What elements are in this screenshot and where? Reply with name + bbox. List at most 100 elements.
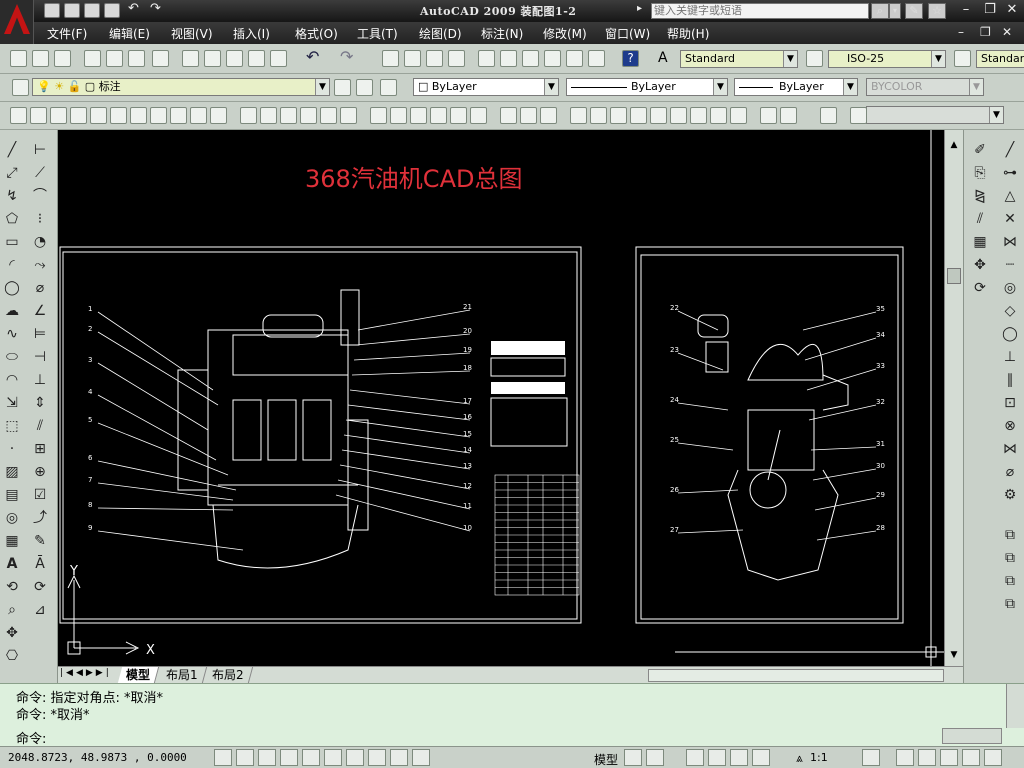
rectangle-icon[interactable]: ▭ xyxy=(2,232,22,252)
layer-previous-icon[interactable] xyxy=(356,79,373,96)
modeling-tool-1-icon[interactable] xyxy=(10,107,27,124)
isolate-objects-icon[interactable] xyxy=(962,749,980,766)
modeling-tool-32-icon[interactable] xyxy=(670,107,687,124)
modeling-tool-28-icon[interactable] xyxy=(590,107,607,124)
menu-format[interactable]: 格式(O) xyxy=(295,25,338,42)
modeling-tool-34-icon[interactable] xyxy=(710,107,727,124)
table-style-icon[interactable] xyxy=(954,50,971,67)
command-hscrollbar[interactable] xyxy=(942,728,1002,744)
perpendicular-snap-icon[interactable]: ⊥ xyxy=(1000,347,1020,367)
plot-preview-icon[interactable] xyxy=(106,50,123,67)
object-snap-icon[interactable] xyxy=(302,749,320,766)
rotate-icon[interactable]: ⟳ xyxy=(970,278,990,298)
zoom-realtime-icon[interactable] xyxy=(404,50,421,67)
quick-dimension-icon[interactable]: ⊨ xyxy=(30,324,50,344)
dynamic-input-icon[interactable] xyxy=(368,749,386,766)
design-center-icon[interactable] xyxy=(500,50,517,67)
jogged-dimension-icon[interactable]: ⤳ xyxy=(30,255,50,275)
vertical-scrollbar[interactable]: ▲ ▼ xyxy=(944,130,963,666)
dimension-break-icon[interactable]: ⫽ xyxy=(30,416,50,436)
modeling-tool-36-icon[interactable] xyxy=(760,107,777,124)
text-style-icon[interactable]: A xyxy=(658,50,675,67)
scroll-down-icon[interactable]: ▼ xyxy=(947,650,961,662)
lineweight-select[interactable]: ByLayer ▼ xyxy=(734,78,858,96)
modeling-tool-18-icon[interactable] xyxy=(370,107,387,124)
erase-icon[interactable]: ✐ xyxy=(970,140,990,160)
plot-icon[interactable] xyxy=(84,50,101,67)
ellipse-icon[interactable]: ⬭ xyxy=(2,347,22,367)
modeling-tool-25-icon[interactable] xyxy=(520,107,537,124)
doc-close-icon[interactable]: ✕ xyxy=(1002,25,1012,39)
modeling-tool-13-icon[interactable] xyxy=(260,107,277,124)
draw-order-back-icon[interactable]: ⧉ xyxy=(1000,548,1020,568)
save-icon[interactable] xyxy=(84,3,100,18)
tab-navigation-arrows-icon[interactable]: |◀◀▶▶| xyxy=(60,668,112,678)
menu-modify[interactable]: 修改(M) xyxy=(543,25,587,42)
center-snap-icon[interactable]: ◎ xyxy=(1000,278,1020,298)
mirror-icon[interactable]: ⧎ xyxy=(970,186,990,206)
modeling-tool-8-icon[interactable] xyxy=(150,107,167,124)
diameter-dimension-icon[interactable]: ⌀ xyxy=(30,278,50,298)
redo-icon[interactable]: ↷ xyxy=(150,2,166,18)
modeling-tool-31-icon[interactable] xyxy=(650,107,667,124)
grid-display-icon[interactable] xyxy=(236,749,254,766)
linetype-select[interactable]: ByLayer ▼ xyxy=(566,78,728,96)
array-icon[interactable]: ▦ xyxy=(970,232,990,252)
dimension-update-icon[interactable]: ⟳ xyxy=(30,577,50,597)
radius-dimension-icon[interactable]: ◔ xyxy=(30,232,50,252)
zoom-previous-icon[interactable] xyxy=(448,50,465,67)
menu-window[interactable]: 窗口(W) xyxy=(605,25,650,42)
quickcalc-icon[interactable] xyxy=(588,50,605,67)
toolbar-lock-icon[interactable] xyxy=(918,749,936,766)
linear-dimension-icon[interactable]: ⊢ xyxy=(30,140,50,160)
insert-block-icon[interactable]: ⇲ xyxy=(2,393,22,413)
dim-style-icon[interactable] xyxy=(806,50,823,67)
open-icon[interactable] xyxy=(32,50,49,67)
sheet-set-icon[interactable] xyxy=(544,50,561,67)
multiline-text-icon[interactable]: A xyxy=(2,554,22,574)
dimension-style-icon[interactable]: ⊿ xyxy=(30,600,50,620)
parallel-snap-icon[interactable]: ∥ xyxy=(1000,370,1020,390)
object-snap-tracking-icon[interactable] xyxy=(324,749,342,766)
search-icon[interactable]: ⌕ xyxy=(871,3,889,19)
center-mark-icon[interactable]: ⊕ xyxy=(30,462,50,482)
new-file-icon[interactable] xyxy=(44,3,60,18)
modeling-tool-12-icon[interactable] xyxy=(240,107,257,124)
modeling-tool-27-icon[interactable] xyxy=(570,107,587,124)
polyline-icon[interactable]: ↯ xyxy=(2,186,22,206)
midpoint-snap-icon[interactable]: △ xyxy=(1000,186,1020,206)
layer-properties-icon[interactable] xyxy=(12,79,29,96)
dim-style-select[interactable]: ISO-25 ▼ xyxy=(828,50,946,68)
modeling-tool-20-icon[interactable] xyxy=(410,107,427,124)
modeling-tool-16-icon[interactable] xyxy=(320,107,337,124)
text-style-select[interactable]: Standard ▼ xyxy=(680,50,798,68)
make-block-icon[interactable]: ⬚ xyxy=(2,416,22,436)
coordinate-readout[interactable]: 2048.8723, 48.9873 , 0.0000 xyxy=(8,751,187,764)
aligned-dimension-icon[interactable]: ⟋ xyxy=(30,163,50,183)
lineweight-toggle-icon[interactable] xyxy=(390,749,408,766)
model-space-label[interactable]: 模型 xyxy=(594,751,618,768)
search-input[interactable] xyxy=(651,3,869,19)
close-icon[interactable]: ✕ xyxy=(1002,2,1022,19)
modeling-tool-21-icon[interactable] xyxy=(430,107,447,124)
favorites-star-icon[interactable]: ☆ xyxy=(928,3,946,19)
print-icon[interactable] xyxy=(104,3,120,18)
snap-mode-icon[interactable] xyxy=(214,749,232,766)
bring-above-icon[interactable]: ⧉ xyxy=(1000,571,1020,591)
offset-icon[interactable]: ⫽ xyxy=(970,209,990,229)
model-space-canvas[interactable]: 368汽油机CAD总图 1 2 3 4 5 6 7 8 9 21 20 19 18 17 16 15 14 13 1… xyxy=(58,130,944,666)
zoom-status-icon[interactable] xyxy=(708,749,726,766)
arc-icon[interactable]: ◜ xyxy=(2,255,22,275)
tab-model[interactable]: 模型 xyxy=(117,667,160,683)
dynamic-ucs-icon[interactable] xyxy=(346,749,364,766)
communication-icon[interactable]: ✎ xyxy=(905,3,923,19)
qnew-icon[interactable] xyxy=(10,50,27,67)
cut-icon[interactable] xyxy=(182,50,199,67)
extension-snap-icon[interactable]: ┈ xyxy=(1000,255,1020,275)
publish-icon[interactable] xyxy=(128,50,145,67)
modeling-tool-3-icon[interactable] xyxy=(50,107,67,124)
circle-icon[interactable]: ◯ xyxy=(2,278,22,298)
baseline-dimension-icon[interactable]: ⊣ xyxy=(30,347,50,367)
clean-screen-icon[interactable] xyxy=(984,749,1002,766)
move-icon[interactable]: ✥ xyxy=(970,255,990,275)
